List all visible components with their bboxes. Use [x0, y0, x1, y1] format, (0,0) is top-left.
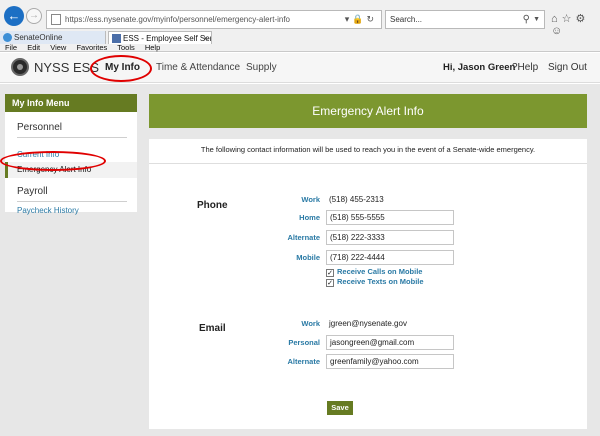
checkmark-icon[interactable]: ✓ [326, 279, 334, 287]
browser-search-input[interactable]: Search... ⚲ ▼ [385, 10, 545, 29]
sign-out-link[interactable]: Sign Out [548, 62, 587, 73]
chevron-down-icon[interactable]: ▼ [533, 11, 540, 28]
back-arrow-icon[interactable]: ← [4, 6, 24, 26]
nav-time-attendance[interactable]: Time & Attendance [156, 62, 240, 73]
emergency-info-panel: The following contact information will b… [149, 139, 587, 429]
sidebar-title: My Info Menu [5, 94, 137, 112]
tab-label: SenateOnline [14, 33, 63, 42]
save-button[interactable]: Save [327, 401, 353, 415]
menu-tools[interactable]: Tools [117, 43, 135, 52]
favicon-icon [3, 33, 12, 42]
gear-icon[interactable]: ⚙ [576, 13, 590, 25]
page-body: My Info Menu Personnel Current Info Emer… [0, 84, 600, 436]
phone-mobile-label: Mobile [296, 253, 320, 262]
forward-arrow-icon[interactable]: → [26, 8, 42, 24]
menu-view[interactable]: View [50, 43, 66, 52]
close-icon[interactable]: × [203, 32, 208, 44]
divider [17, 201, 127, 202]
phone-alternate-field[interactable]: (518) 222-3333 [326, 230, 454, 245]
email-work-value: jgreen@nysenate.gov [329, 319, 407, 328]
phone-home-field[interactable]: (518) 555-5555 [326, 210, 454, 225]
browser-menubar: File Edit View Favorites Tools Help [0, 44, 600, 53]
smiley-icon[interactable]: ☺ [551, 25, 566, 37]
menu-edit[interactable]: Edit [27, 43, 40, 52]
user-greeting: Hi, Jason Green [443, 62, 516, 73]
annotation-oval-emergency-alert [0, 151, 106, 171]
search-icon[interactable]: ⚲ [523, 11, 530, 28]
address-url: https://ess.nysenate.gov/myinfo/personne… [65, 15, 291, 24]
receive-calls-checkbox[interactable]: ✓ Receive Calls on Mobile [326, 267, 422, 277]
divider [17, 137, 127, 138]
divider [149, 163, 587, 164]
annotation-oval-my-info [90, 55, 152, 82]
phone-alternate-label: Alternate [287, 233, 320, 242]
phone-work-value: (518) 455-2313 [329, 195, 384, 204]
browser-toolbar-icons: ⌂☆⚙ ☺ [551, 12, 600, 37]
menu-favorites[interactable]: Favorites [76, 43, 107, 52]
sidebar-section-payroll: Payroll [17, 186, 48, 197]
email-alternate-label: Alternate [287, 357, 320, 366]
nav-supply[interactable]: Supply [246, 62, 277, 73]
tab-label: ESS - Employee Self Service [123, 34, 212, 43]
address-bar[interactable]: https://ess.nysenate.gov/myinfo/personne… [46, 10, 382, 29]
search-placeholder: Search... [390, 15, 423, 24]
sidebar-section-personnel: Personnel [17, 122, 63, 133]
page-title: Emergency Alert Info [149, 94, 587, 128]
receive-texts-checkbox[interactable]: ✓ Receive Texts on Mobile [326, 277, 424, 287]
sidebar-item-paycheck-history[interactable]: Paycheck History [17, 206, 79, 215]
phone-work-label: Work [301, 195, 320, 204]
menu-help[interactable]: Help [145, 43, 160, 52]
phone-mobile-field[interactable]: (718) 222-4444 [326, 250, 454, 265]
nys-seal-logo [11, 58, 29, 76]
email-personal-field[interactable]: jasongreen@gmail.com [326, 335, 454, 350]
star-icon[interactable]: ☆ [562, 13, 576, 25]
help-link[interactable]: ?Help [512, 62, 538, 73]
intro-text: The following contact information will b… [200, 145, 536, 154]
email-personal-label: Personal [288, 338, 320, 347]
phone-section-title: Phone [197, 200, 228, 211]
menu-file[interactable]: File [5, 43, 17, 52]
page-icon [51, 14, 61, 25]
phone-home-label: Home [299, 213, 320, 222]
browser-chrome: ← → https://ess.nysenate.gov/myinfo/pers… [0, 0, 600, 52]
home-icon[interactable]: ⌂ [551, 13, 562, 25]
favicon-icon [112, 34, 121, 43]
receive-texts-label: Receive Texts on Mobile [337, 277, 424, 286]
checkmark-icon[interactable]: ✓ [326, 269, 334, 277]
email-alternate-field[interactable]: greenfamily@yahoo.com [326, 354, 454, 369]
email-work-label: Work [301, 319, 320, 328]
address-tools-icons[interactable]: ▾🔒↻ [345, 11, 377, 28]
receive-calls-label: Receive Calls on Mobile [337, 267, 423, 276]
email-section-title: Email [199, 323, 226, 334]
